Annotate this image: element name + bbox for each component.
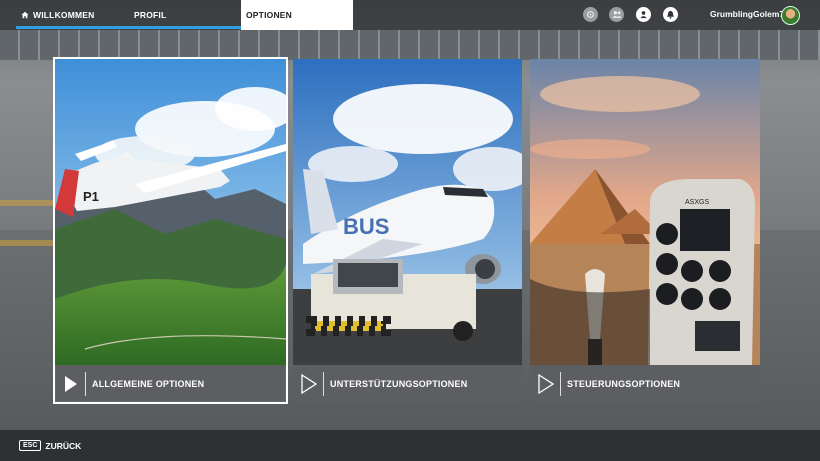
back-button[interactable]: ZURÜCK [45,441,81,451]
tab-label: PROFIL [134,10,167,20]
divider [323,371,324,396]
esc-key-hint: ESC [19,440,42,451]
friends-icon[interactable] [609,7,624,22]
chevron-right-icon [534,365,558,402]
divider [85,371,86,396]
card-footer: STEUERUNGSOPTIONEN [530,365,760,402]
card-label: STEUERUNGSOPTIONEN [567,378,681,389]
card-footer: UNTERSTÜTZUNGSOPTIONEN [293,365,522,402]
bottom-bar: ESC ZURÜCK [0,430,820,461]
svg-text:ASXGS: ASXGS [685,199,709,206]
cockpit-scene-image: ASXGS [530,59,760,365]
tab-label: OPTIONEN [246,10,292,20]
chevron-right-icon [59,365,83,402]
bell-icon[interactable] [663,7,678,22]
tab-profil[interactable]: PROFIL [129,0,242,30]
username[interactable]: GrumblingGolem7 [710,9,784,19]
divider [560,371,561,396]
tab-underline [129,26,242,29]
card-label: UNTERSTÜTZUNGSOPTIONEN [330,378,468,389]
glider-scene-image: P1 [55,59,286,365]
tab-optionen[interactable]: OPTIONEN [241,0,353,30]
svg-text:P1: P1 [83,189,99,204]
floor-marking [0,200,60,206]
tab-underline [16,26,131,29]
card-footer: ALLGEMEINE OPTIONEN [55,365,286,402]
home-icon [21,11,29,19]
airliner-scene-image: BUS [293,59,522,365]
tab-label: WILLKOMMEN [33,10,95,20]
notification-icon[interactable] [583,7,598,22]
avatar[interactable] [781,6,800,25]
hangar-roof [0,30,820,60]
top-navigation-bar: WILLKOMMEN PROFIL OPTIONEN GrumblingGole… [0,0,820,30]
card-label: ALLGEMEINE OPTIONEN [92,378,205,389]
chevron-right-icon [297,365,321,402]
card-unterstuetzungsoptionen[interactable]: BUS UNTERSTÜTZUNGSOPTIONEN [293,59,522,402]
svg-text:BUS: BUS [343,214,389,239]
floor-marking [0,240,55,246]
tab-willkommen[interactable]: WILLKOMMEN [16,0,131,30]
profile-icon[interactable] [636,7,651,22]
card-steuerungsoptionen[interactable]: ASXGS STEUERUNGSOPTIONEN [530,59,760,402]
card-allgemeine-optionen[interactable]: P1 ALLGEMEINE OPTIONEN [53,57,288,404]
